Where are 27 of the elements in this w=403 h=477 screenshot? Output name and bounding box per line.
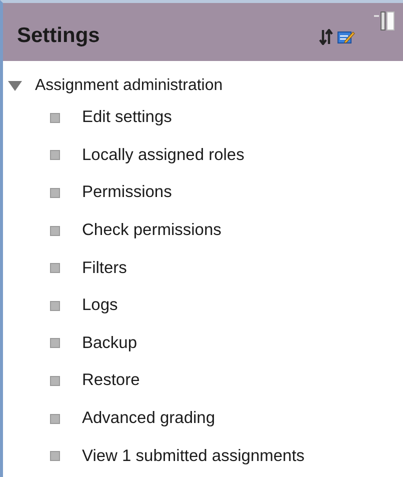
- edit-icon[interactable]: [337, 29, 355, 45]
- menu-link[interactable]: Filters: [82, 258, 127, 278]
- menu-link[interactable]: Edit settings: [82, 108, 172, 128]
- tree-node[interactable]: Assignment administration: [3, 73, 403, 99]
- move-icon[interactable]: [319, 29, 335, 45]
- bullet-icon: [50, 338, 60, 348]
- bullet-icon: [50, 112, 60, 123]
- bullet-icon: [50, 300, 60, 311]
- node-label: Assignment administration: [35, 77, 223, 95]
- menu-link[interactable]: Advanced grading: [82, 409, 216, 428]
- bullet-icon: [50, 376, 60, 386]
- bullet-icon: [50, 226, 60, 236]
- bullet-icon: [50, 451, 60, 462]
- menu-link[interactable]: Restore: [82, 371, 140, 390]
- bullet-icon: [50, 150, 60, 160]
- expand-icon[interactable]: [7, 80, 23, 92]
- bullet-icon: [50, 188, 60, 198]
- bullet-icon: [50, 414, 60, 424]
- menu-link[interactable]: View 1 submitted assignments: [82, 446, 305, 466]
- dock-icon[interactable]: [373, 11, 395, 31]
- menu-link[interactable]: Logs: [82, 296, 118, 316]
- panel-title: Settings: [17, 23, 100, 48]
- menu-link[interactable]: Locally assigned roles: [82, 146, 244, 165]
- bullet-icon: [50, 263, 60, 274]
- menu-link[interactable]: Permissions: [82, 183, 172, 202]
- menu-link[interactable]: Backup: [82, 334, 138, 353]
- menu-link[interactable]: Check permissions: [82, 221, 222, 240]
